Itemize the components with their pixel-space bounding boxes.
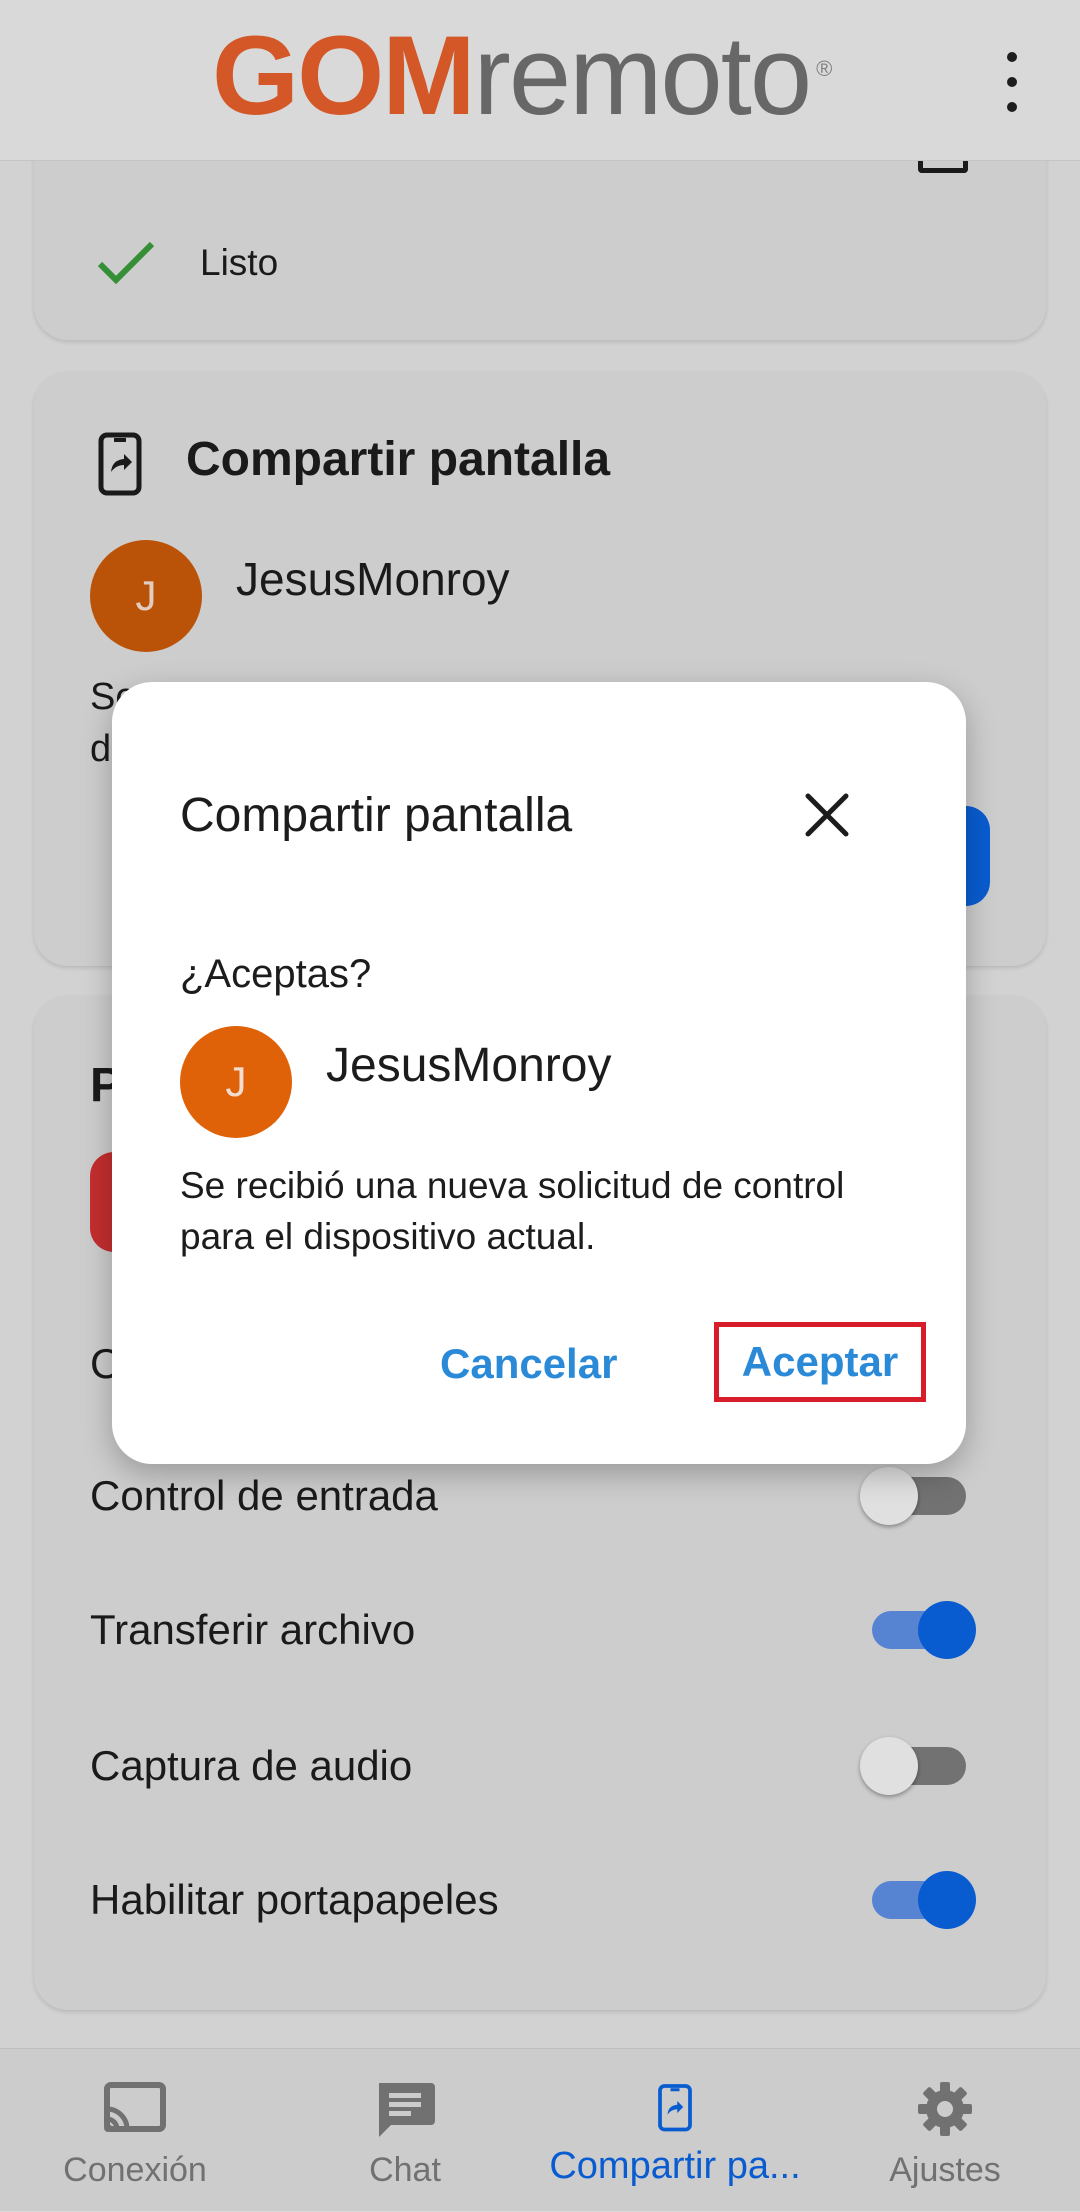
cancel-button[interactable]: Cancelar bbox=[440, 1340, 617, 1388]
dialog-question: ¿Aceptas? bbox=[180, 952, 372, 996]
accept-button[interactable]: Aceptar bbox=[742, 1338, 898, 1386]
accept-button-highlight[interactable]: Aceptar bbox=[714, 1322, 926, 1402]
dialog-message: Se recibió una nueva solicitud de contro… bbox=[180, 1165, 845, 1257]
avatar: J bbox=[180, 1026, 292, 1138]
close-icon[interactable] bbox=[802, 790, 852, 840]
dialog-title: Compartir pantalla bbox=[180, 789, 573, 842]
requesting-user-name: JesusMonroy bbox=[326, 1039, 612, 1092]
share-request-dialog: Compartir pantalla ¿Aceptas? J JesusMonr… bbox=[112, 682, 966, 1464]
